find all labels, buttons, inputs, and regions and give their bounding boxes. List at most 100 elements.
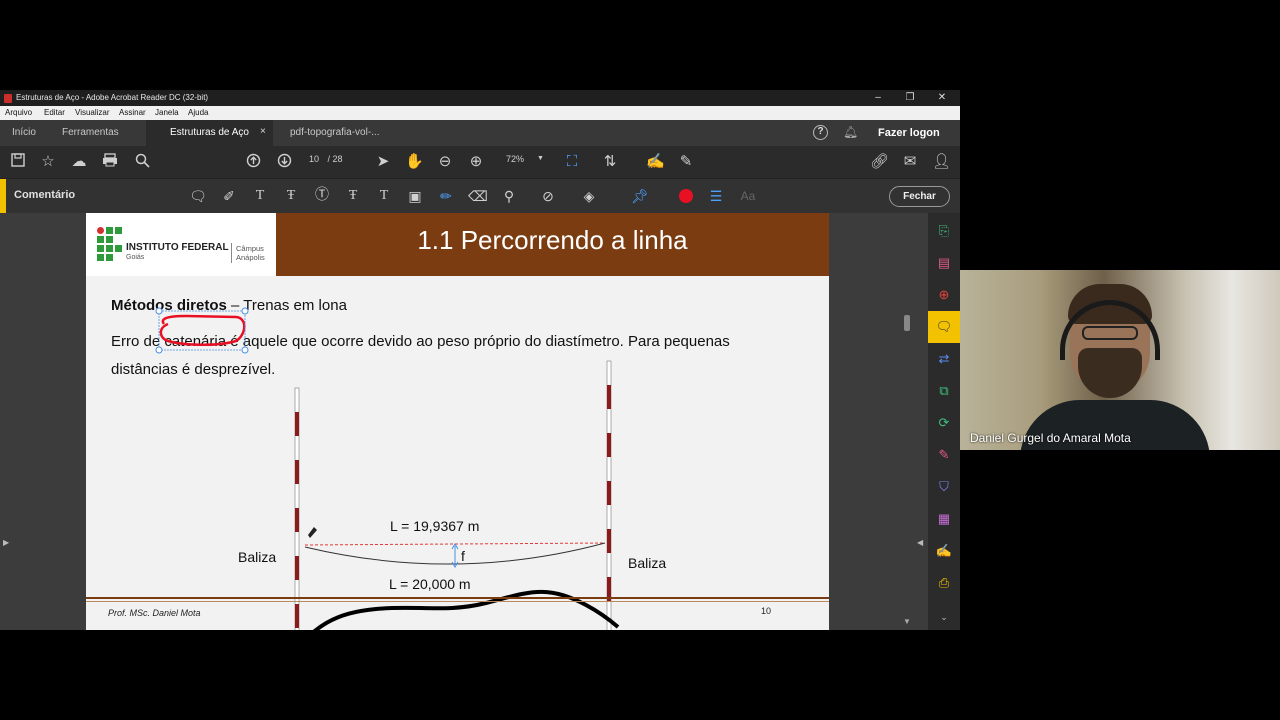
tab-inicio[interactable]: Início bbox=[12, 127, 36, 138]
zoom-out-icon[interactable]: ⊖ bbox=[436, 153, 454, 171]
combine-files-icon[interactable]: ⇄ bbox=[934, 349, 954, 369]
zoom-search-icon[interactable] bbox=[133, 153, 151, 173]
fill-sign-icon[interactable]: ✎ bbox=[934, 445, 954, 465]
stamp-icon[interactable]: ⚲ bbox=[500, 188, 518, 204]
menu-assinar[interactable]: Assinar bbox=[119, 108, 146, 117]
right-baliza-pole bbox=[606, 360, 612, 630]
resize-handle[interactable] bbox=[155, 307, 163, 315]
menu-ajuda[interactable]: Ajuda bbox=[188, 108, 208, 117]
export-pdf-icon[interactable]: ⎘ bbox=[934, 221, 954, 241]
minimize-button[interactable]: – bbox=[862, 90, 894, 106]
zoom-in-icon[interactable]: ⊕ bbox=[467, 153, 485, 171]
request-signature-icon[interactable]: ✍ bbox=[934, 541, 954, 561]
more-tools-icon[interactable]: ⎙ bbox=[934, 573, 954, 593]
page-indicator[interactable]: 10 / 28 bbox=[303, 154, 343, 164]
notification-bell-icon[interactable]: 🔔︎ bbox=[843, 125, 858, 139]
eraser-icon[interactable]: ⌫ bbox=[468, 188, 488, 204]
print-icon[interactable] bbox=[101, 153, 119, 172]
scrollbar-thumb[interactable] bbox=[904, 315, 910, 331]
protect-icon[interactable]: ⛉ bbox=[934, 477, 954, 497]
font-size-icon[interactable]: Aa bbox=[737, 188, 759, 204]
menu-visualizar[interactable]: Visualizar bbox=[75, 108, 110, 117]
close-window-button[interactable]: ✕ bbox=[926, 90, 958, 106]
email-icon[interactable]: ✉ bbox=[901, 153, 919, 171]
window-title: Estruturas de Aço - Adobe Acrobat Reader… bbox=[16, 93, 209, 102]
tab-pdf-topografia[interactable]: pdf-topografia-vol-... bbox=[272, 120, 398, 146]
measure-bottom-label: L = 20,000 m bbox=[389, 576, 471, 592]
line-weight-icon[interactable]: ☰ bbox=[707, 188, 725, 204]
select-cursor-icon[interactable]: ➤ bbox=[374, 153, 392, 171]
tab-close-icon[interactable]: × bbox=[260, 126, 266, 137]
panel-scroll-down-icon[interactable]: ⌄ bbox=[934, 607, 954, 627]
main-toolbar: ☆ ☁ 10 / 28 ➤ ✋ ⊖ ⊕ 72% ▼ ⛶ ⇅ ✍ ✎ 🔗︎ ✉ 👤… bbox=[0, 146, 960, 178]
bookmark-star-icon[interactable]: ☆ bbox=[39, 153, 57, 171]
menu-janela[interactable]: Janela bbox=[155, 108, 179, 117]
acrobat-app-icon bbox=[4, 94, 12, 103]
scan-icon[interactable]: ▦ bbox=[934, 509, 954, 529]
sticky-note-icon[interactable]: 🗨︎ bbox=[189, 188, 207, 204]
pen-cursor-icon bbox=[308, 527, 317, 538]
help-icon[interactable]: ? bbox=[813, 125, 828, 140]
pin-icon[interactable]: 📌︎ bbox=[631, 188, 649, 204]
attach-icon[interactable]: ⊘ bbox=[539, 188, 557, 204]
replace-text-icon[interactable]: Ⓣ bbox=[313, 188, 331, 204]
text-strikethrough-icon[interactable]: Ŧ bbox=[282, 188, 300, 204]
add-text-icon[interactable]: T bbox=[375, 188, 393, 204]
record-color-icon[interactable] bbox=[677, 188, 695, 207]
edit-pdf-icon[interactable]: ⟳ bbox=[934, 413, 954, 433]
webcam-video: Daniel Gurgel do Amaral Mota bbox=[960, 270, 1280, 450]
next-page-icon[interactable] bbox=[275, 153, 293, 173]
left-panel-toggle-icon[interactable]: ▶ bbox=[3, 538, 9, 547]
sag-label: f bbox=[461, 548, 465, 564]
tab-bar: Início Ferramentas Estruturas de Aço × p… bbox=[0, 120, 960, 146]
zoom-select[interactable]: 72% ▼ bbox=[500, 154, 548, 170]
close-comment-button[interactable]: Fechar bbox=[889, 186, 950, 207]
link-icon[interactable]: 🔗︎ bbox=[870, 153, 889, 171]
pdf-page: INSTITUTO FEDERAL Goiás Câmpus Anápolis … bbox=[86, 213, 829, 630]
restore-button[interactable]: ❐ bbox=[894, 90, 926, 106]
save-icon[interactable] bbox=[9, 153, 27, 172]
ink-annotation[interactable] bbox=[159, 314, 246, 347]
scroll-mode-icon[interactable]: ⇅ bbox=[601, 153, 619, 171]
shapes-icon[interactable]: ◈ bbox=[580, 188, 598, 204]
text-underline-icon[interactable]: T bbox=[251, 188, 269, 204]
annotation-layer bbox=[155, 307, 620, 630]
previous-page-icon[interactable] bbox=[244, 153, 262, 173]
resize-handle[interactable] bbox=[155, 346, 163, 354]
page-fit-icon[interactable]: ⛶ bbox=[563, 153, 581, 171]
comment-tool-icon[interactable]: 🗨︎ bbox=[928, 311, 960, 343]
organize-pages-icon[interactable]: ▤ bbox=[934, 253, 954, 273]
document-area[interactable]: INSTITUTO FEDERAL Goiás Câmpus Anápolis … bbox=[0, 213, 928, 630]
text-box-icon[interactable]: ▣ bbox=[406, 188, 424, 204]
tab-ferramentas[interactable]: Ferramentas bbox=[62, 127, 119, 138]
right-panel-toggle-icon[interactable]: ◀ bbox=[917, 538, 923, 547]
highlight-pen-icon[interactable]: ✐ bbox=[220, 188, 238, 204]
tab-estruturas-de-aco[interactable]: Estruturas de Aço × bbox=[146, 120, 272, 146]
scroll-down-icon[interactable]: ▼ bbox=[903, 617, 911, 626]
hand-tool-icon[interactable]: ✋ bbox=[405, 153, 424, 171]
resize-handle[interactable] bbox=[241, 307, 249, 315]
upload-cloud-icon[interactable]: ☁ bbox=[70, 153, 88, 171]
sign-pen-icon[interactable]: ✍ bbox=[646, 153, 665, 171]
comment-accent bbox=[0, 179, 6, 214]
sign-in-button[interactable]: Fazer logon bbox=[878, 127, 940, 139]
page-total: / 28 bbox=[327, 154, 343, 164]
menu-arquivo[interactable]: Arquivo bbox=[5, 108, 32, 117]
draw-pencil-icon[interactable]: ✏ bbox=[437, 188, 455, 204]
vertical-scrollbar[interactable]: ▼ bbox=[900, 213, 914, 630]
menu-editar[interactable]: Editar bbox=[44, 108, 65, 117]
share-user-icon[interactable]: 👤︎ bbox=[932, 153, 951, 171]
tools-right-panel: ⎘ ▤ ⊕ 🗨︎ ⇄ ⧉ ⟳ ✎ ⛉ ▦ ✍ ⎙ ⌄ bbox=[928, 213, 960, 630]
page-current-input[interactable]: 10 bbox=[303, 154, 325, 164]
compress-pdf-icon[interactable]: ⧉ bbox=[934, 381, 954, 401]
chevron-down-icon: ▼ bbox=[537, 155, 544, 162]
insert-text-icon[interactable]: Ŧ bbox=[344, 188, 362, 204]
create-pdf-icon[interactable]: ⊕ bbox=[934, 285, 954, 305]
baliza-left-label: Baliza bbox=[238, 549, 277, 565]
footer-author: Prof. MSc. Daniel Mota bbox=[108, 608, 201, 618]
comment-mode-label: Comentário bbox=[14, 189, 76, 201]
share-tool-icon[interactable]: ✎ bbox=[677, 153, 695, 171]
screen: Estruturas de Aço - Adobe Acrobat Reader… bbox=[0, 0, 1280, 720]
footer-rule bbox=[86, 597, 829, 599]
resize-handle[interactable] bbox=[241, 346, 249, 354]
